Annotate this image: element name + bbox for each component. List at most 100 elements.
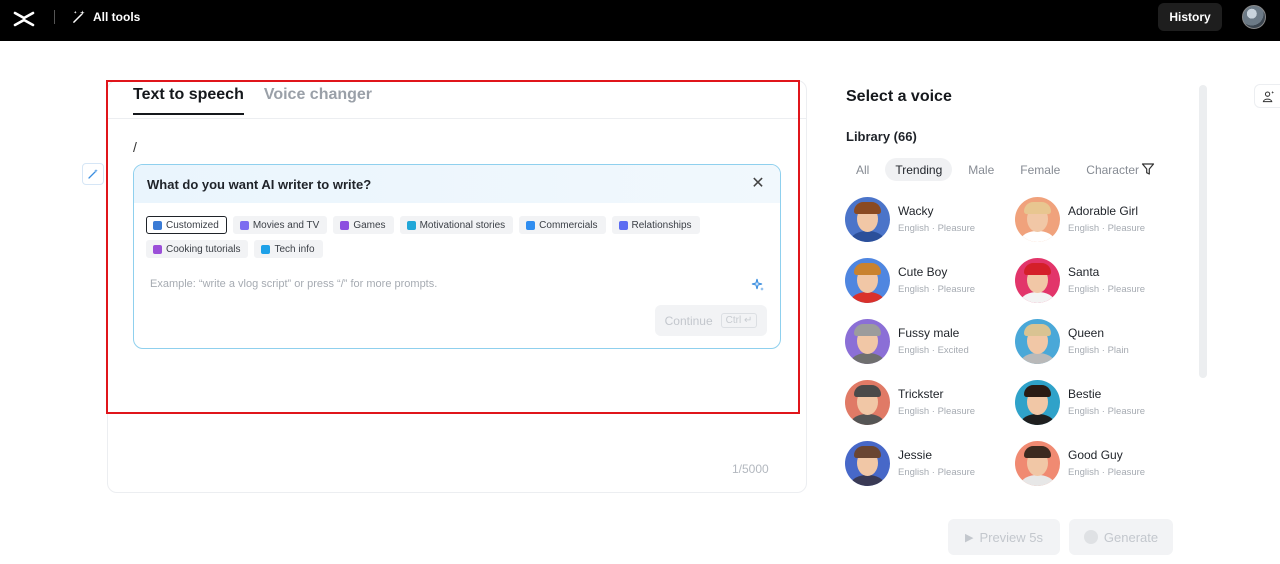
tab-text-to-speech[interactable]: Text to speech (133, 86, 244, 115)
prompt-chip-label: Games (353, 219, 386, 231)
voice-meta: English · Pleasure (1068, 284, 1146, 295)
magic-wand-icon (73, 10, 85, 23)
filter-tab-female[interactable]: Female (1010, 158, 1070, 181)
voice-item[interactable]: Adorable Girl English · Pleasure (1015, 196, 1185, 242)
editor-tabs: Text to speech Voice changer (133, 86, 372, 115)
voice-name: Good Guy (1068, 448, 1123, 462)
voice-name: Wacky (898, 204, 934, 218)
history-button[interactable]: History (1158, 3, 1222, 31)
people-icon (618, 220, 628, 230)
filter-tab-trending[interactable]: Trending (885, 158, 953, 181)
close-icon[interactable]: ✕ (750, 176, 766, 192)
prompt-chip-relationships[interactable]: Relationships (611, 216, 700, 234)
filter-tab-male[interactable]: Male (958, 158, 1004, 181)
voice-meta: English · Excited (898, 345, 969, 356)
prompt-chip-label: Cooking tutorials (166, 243, 241, 255)
voice-item[interactable]: Fussy male English · Excited (845, 318, 1015, 364)
voice-filters: All Trending Male Female Character (846, 158, 1149, 181)
prompt-chip-label: Tech info (274, 243, 315, 255)
voice-meta: English · Plain (1068, 345, 1129, 356)
filter-tab-all[interactable]: All (846, 158, 879, 181)
voice-panel-title: Select a voice (846, 88, 952, 105)
voice-meta: English · Pleasure (1068, 223, 1146, 234)
continue-label: Continue (664, 313, 713, 328)
play-icon: ▶ (964, 531, 974, 544)
script-text-input[interactable]: / (133, 139, 137, 155)
magic-pen-icon (88, 169, 98, 179)
all-tools-link[interactable]: All tools (72, 9, 140, 24)
char-counter: 1/5000 (732, 462, 769, 476)
prompt-category-chips: Customized Movies and TV Games Motivational… (146, 216, 766, 258)
voice-list-scrollbar[interactable] (1199, 85, 1207, 378)
voice-avatar (1015, 379, 1060, 425)
voice-item[interactable]: Trickster English · Pleasure (845, 379, 1015, 425)
ai-writer-title: What do you want AI writer to write? (147, 176, 372, 192)
prompt-chip-customized[interactable]: Customized (146, 216, 227, 234)
continue-shortcut: Ctrl ↵ (720, 313, 758, 328)
voice-item[interactable]: Queen English · Plain (1015, 318, 1185, 364)
voice-meta: English · Pleasure (1068, 406, 1146, 417)
person-sparkle-icon (1262, 90, 1274, 102)
voice-name: Adorable Girl (1068, 204, 1139, 218)
filter-tab-character[interactable]: Character (1076, 158, 1149, 181)
voice-item[interactable]: Wacky English · Pleasure (845, 196, 1015, 242)
tab-voice-changer[interactable]: Voice changer (264, 86, 372, 115)
voice-meta: English · Pleasure (1068, 467, 1146, 478)
prompt-input[interactable]: Example: “write a vlog script” or press … (150, 278, 437, 290)
prompt-chip-movies-and-tv[interactable]: Movies and TV (232, 216, 328, 234)
voice-item[interactable]: Jessie English · Pleasure (845, 440, 1015, 486)
prompt-chip-label: Movies and TV (252, 219, 320, 231)
voice-avatar (1015, 257, 1060, 303)
voice-item[interactable]: Good Guy English · Pleasure (1015, 440, 1185, 486)
flag-icon (406, 220, 416, 230)
monitor-icon (526, 220, 536, 230)
voice-meta: English · Pleasure (898, 467, 976, 478)
capcut-logo-icon[interactable] (12, 7, 36, 31)
user-avatar[interactable] (1242, 5, 1266, 29)
voice-name: Santa (1068, 265, 1100, 279)
generate-label: Generate (1103, 529, 1159, 545)
prompt-chip-label: Customized (166, 219, 219, 231)
voice-name: Queen (1068, 326, 1105, 340)
cup-icon (153, 244, 162, 254)
filter-icon[interactable] (1141, 162, 1155, 176)
voice-avatar (845, 379, 890, 425)
ai-writer-toggle-button[interactable] (82, 163, 104, 185)
feedback-button[interactable] (1254, 84, 1280, 108)
continue-button[interactable]: Continue Ctrl ↵ (655, 305, 767, 336)
voice-item[interactable]: Santa English · Pleasure (1015, 257, 1185, 303)
pencil-icon (153, 220, 162, 230)
voice-avatar (1015, 318, 1060, 364)
generate-button[interactable]: Generate (1069, 519, 1173, 555)
voice-list: Wacky English · Pleasure Adorable Girl Engl… (845, 196, 1190, 486)
prompt-chip-tech-info[interactable]: Tech info (254, 240, 323, 258)
voice-name: Trickster (898, 387, 944, 401)
all-tools-label: All tools (93, 9, 141, 24)
prompt-chip-commercials[interactable]: Commercials (519, 216, 606, 234)
prompt-chip-cooking-tutorials[interactable]: Cooking tutorials (146, 240, 249, 258)
ai-writer-header: What do you want AI writer to write? ✕ (134, 165, 780, 203)
prompt-chip-motivational-stories[interactable]: Motivational stories (399, 216, 514, 234)
top-bar: All tools History (0, 0, 1280, 41)
voice-name: Bestie (1068, 387, 1102, 401)
prompt-chip-games[interactable]: Games (333, 216, 394, 234)
sparkle-icon[interactable] (751, 278, 765, 292)
generate-icon (1083, 530, 1098, 544)
prompt-chip-label: Relationships (631, 219, 692, 231)
topbar-divider (54, 10, 55, 24)
voice-name: Cute Boy (898, 265, 948, 279)
clapper-icon (239, 220, 249, 230)
voice-meta: English · Pleasure (898, 223, 976, 234)
voice-avatar (845, 440, 890, 486)
voice-meta: English · Pleasure (898, 284, 976, 295)
voice-item[interactable]: Cute Boy English · Pleasure (845, 257, 1015, 303)
voice-name: Jessie (898, 448, 933, 462)
voice-avatar (845, 318, 890, 364)
voice-item[interactable]: Bestie English · Pleasure (1015, 379, 1185, 425)
preview-button[interactable]: ▶ Preview 5s (948, 519, 1060, 555)
library-label: Library (66) (846, 129, 917, 144)
voice-meta: English · Pleasure (898, 406, 976, 417)
voice-avatar (845, 196, 890, 242)
gamepad-icon (340, 220, 350, 230)
voice-avatar (845, 257, 890, 303)
